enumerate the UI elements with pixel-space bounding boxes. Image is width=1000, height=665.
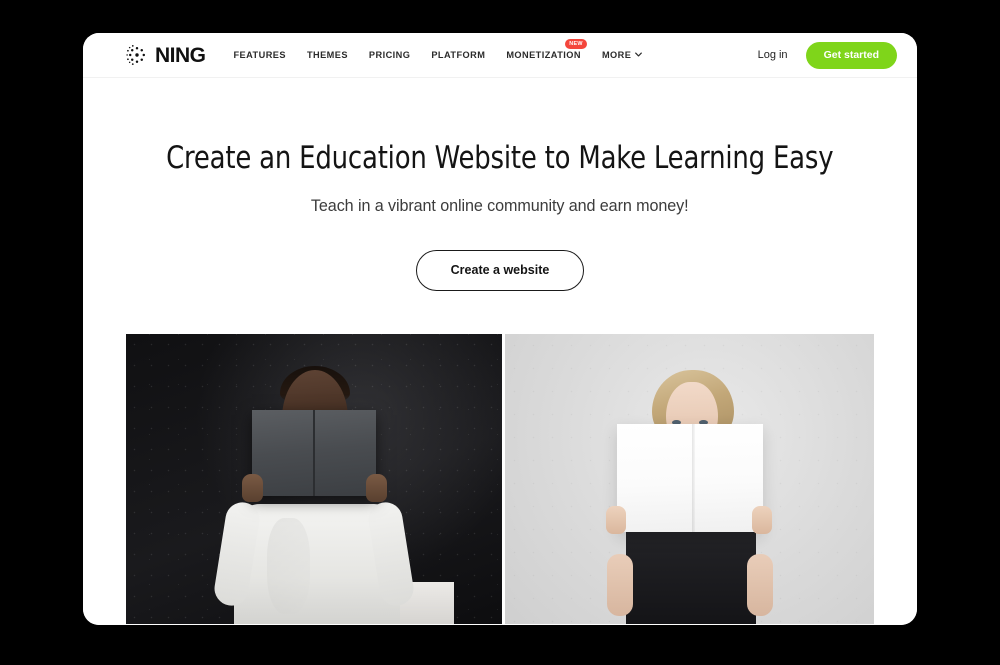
nav-label: FEATURES: [233, 50, 286, 60]
brand-wordmark: NING: [155, 43, 206, 67]
page-title: Create an Education Website to Make Lear…: [166, 140, 834, 176]
photo-arm-right: [746, 553, 773, 616]
photo-arm-left: [606, 553, 633, 616]
login-link[interactable]: Log in: [758, 49, 788, 61]
ning-dot-circle-logo-icon: [126, 44, 148, 66]
browser-window-card: NING FEATURES THEMES PRICING PLATFORM MO…: [83, 33, 917, 625]
photo-woman-white-book: [505, 333, 874, 624]
hero-media-gallery: [126, 333, 874, 624]
photo-hand-left: [242, 473, 263, 502]
nav-label: PLATFORM: [431, 50, 486, 60]
site-header: NING FEATURES THEMES PRICING PLATFORM MO…: [83, 33, 917, 78]
nav-label: PRICING: [368, 50, 411, 60]
hero-subtitle: Teach in a vibrant online community and …: [311, 195, 689, 215]
photo-hand-right: [366, 473, 387, 502]
photo-hand-right: [751, 505, 772, 534]
photo-open-book: [252, 409, 376, 496]
nav-item-pricing[interactable]: PRICING: [369, 50, 410, 60]
header-actions: Log in Get started: [758, 41, 897, 69]
primary-navigation: FEATURES THEMES PRICING PLATFORM MONETIZ…: [234, 39, 643, 60]
new-badge: NEW: [565, 39, 587, 50]
get-started-button[interactable]: Get started: [805, 41, 897, 69]
nav-item-monetization[interactable]: MONETIZATION NEW: [506, 39, 587, 60]
nav-label: MONETIZATION: [506, 50, 581, 60]
page-background: NING FEATURES THEMES PRICING PLATFORM MO…: [0, 0, 1000, 665]
nav-item-themes[interactable]: THEMES: [307, 50, 348, 60]
nav-label: MORE: [601, 50, 632, 60]
create-a-website-button[interactable]: Create a website: [415, 249, 585, 291]
hero-section: Create an Education Website to Make Lear…: [83, 78, 917, 625]
nav-item-features[interactable]: FEATURES: [234, 50, 286, 60]
photo-open-book: [616, 423, 763, 532]
photo-hand-left: [605, 505, 626, 534]
nav-item-more[interactable]: MORE: [601, 50, 643, 60]
brand-logo-link[interactable]: NING: [126, 44, 206, 66]
nav-item-platform[interactable]: PLATFORM: [431, 50, 485, 60]
nav-label: THEMES: [306, 50, 348, 60]
photo-man-dark-book: [126, 333, 502, 624]
chevron-down-icon: [635, 51, 643, 58]
